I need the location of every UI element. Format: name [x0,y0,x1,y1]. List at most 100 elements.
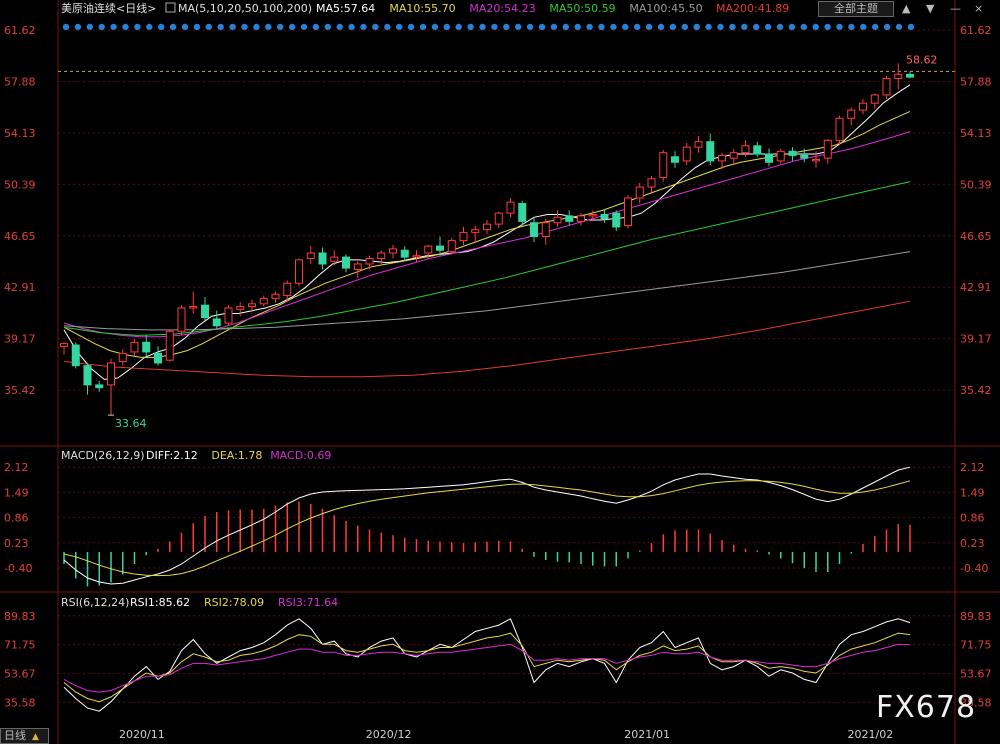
candle-body [612,212,621,228]
candle-body [459,231,468,242]
ma-value-3: MA50:50.59 [549,2,615,15]
candle-body [107,362,115,386]
rsi-tick-left: 71.75 [4,639,36,652]
theme-button[interactable]: 全部主题 [818,1,894,17]
marker-dot [657,23,665,31]
y-tick-left: 50.39 [4,178,36,191]
marker-dot [158,23,165,31]
arrow-up-icon[interactable]: ▲ [902,2,911,15]
marker-dot [681,23,688,31]
high-label: 58.62 [906,53,938,66]
marker-dot [848,23,855,31]
rsi-tick-left: 53.67 [4,667,36,680]
candle-body [142,341,151,353]
marker-dot [800,23,807,31]
chevron-up-icon: ▲ [32,732,39,742]
candle-body [71,344,80,367]
candle [236,302,245,317]
candle-body [436,245,444,251]
marker-dot [384,23,391,31]
rsi3-line [63,643,911,693]
candle [177,305,186,336]
candle-body [541,222,550,237]
candle-body [565,215,574,222]
candle [906,71,914,79]
candle [107,358,115,416]
macd-tick-right: 1.49 [960,486,985,499]
candle-body [60,343,68,347]
marker-dot [515,23,522,31]
marker-dot [622,23,629,31]
marker-dot [455,23,462,31]
marker-dot [634,23,641,31]
marker-dot [312,23,320,31]
y-tick-left: 57.88 [4,75,36,88]
rsi-tick-right: 89.83 [960,610,992,623]
candle [823,138,832,164]
marker-dot [788,23,796,31]
candle-body [271,293,280,299]
marker-dot [217,23,224,31]
y-tick-left: 42.91 [4,281,36,294]
candle-body [259,297,268,305]
marker-dot [181,23,189,31]
marker-dot [205,23,212,31]
candle-body [588,214,597,217]
candle [189,291,198,314]
period-selector[interactable]: 日线 ▲ [0,728,49,744]
marker-dot [348,23,355,31]
arrow-down-icon[interactable]: ▼ [926,2,935,15]
candle [412,250,421,263]
marker-dot [86,23,94,31]
candle [400,246,409,262]
candle [753,141,762,157]
candle-body [353,263,362,270]
marker-dot [598,23,605,31]
y-tick-left: 54.13 [4,127,36,140]
marker-dot [479,23,486,31]
candle [847,107,856,126]
candle [671,151,679,168]
candle-body [847,109,856,119]
marker-dot [872,23,879,31]
candle [259,295,268,307]
candle-body [236,306,245,310]
marker-dot [467,23,474,31]
ma-value-4: MA100:45.50 [629,2,702,15]
marker-dot [753,23,760,31]
candle-body [83,365,92,386]
y-tick-left: 46.65 [4,230,36,243]
rsi-label: RSI(6,12,24) [61,596,129,609]
candle-body [165,330,174,361]
marker-dot [396,23,403,31]
y-tick-right: 50.39 [960,178,992,191]
candle-body [577,215,585,222]
candle-body [447,240,456,253]
marker-dot [110,23,117,31]
marker-dot [776,23,784,31]
candle [694,136,703,153]
marker-dot [300,23,308,31]
candle [224,305,233,326]
rsi1-line [63,618,911,712]
candle [729,148,738,166]
candle-body [506,201,515,214]
candle-body [330,256,339,262]
close-icon[interactable]: × [974,2,983,15]
y-tick-right: 35.42 [960,384,992,397]
marker-dot [741,23,748,31]
marker-dot [883,23,891,31]
candle-body [400,249,409,258]
chart-canvas[interactable]: 美原油连续<日线> MA(5,10,20,50,100,200) MA5:57.64… [0,0,1000,744]
marker-dot [241,23,248,31]
candle [612,210,621,231]
ma-value-5: MA200:41.89 [716,2,789,15]
candle-body [741,145,750,154]
minimize-icon[interactable]: — [950,2,961,15]
candle-body [823,139,832,159]
chart-title: 美原油连续<日线> [61,1,156,15]
ma-value-2: MA20:54.23 [469,2,535,15]
candle-body [835,117,844,141]
candle-body [389,248,397,254]
candle [530,217,538,242]
